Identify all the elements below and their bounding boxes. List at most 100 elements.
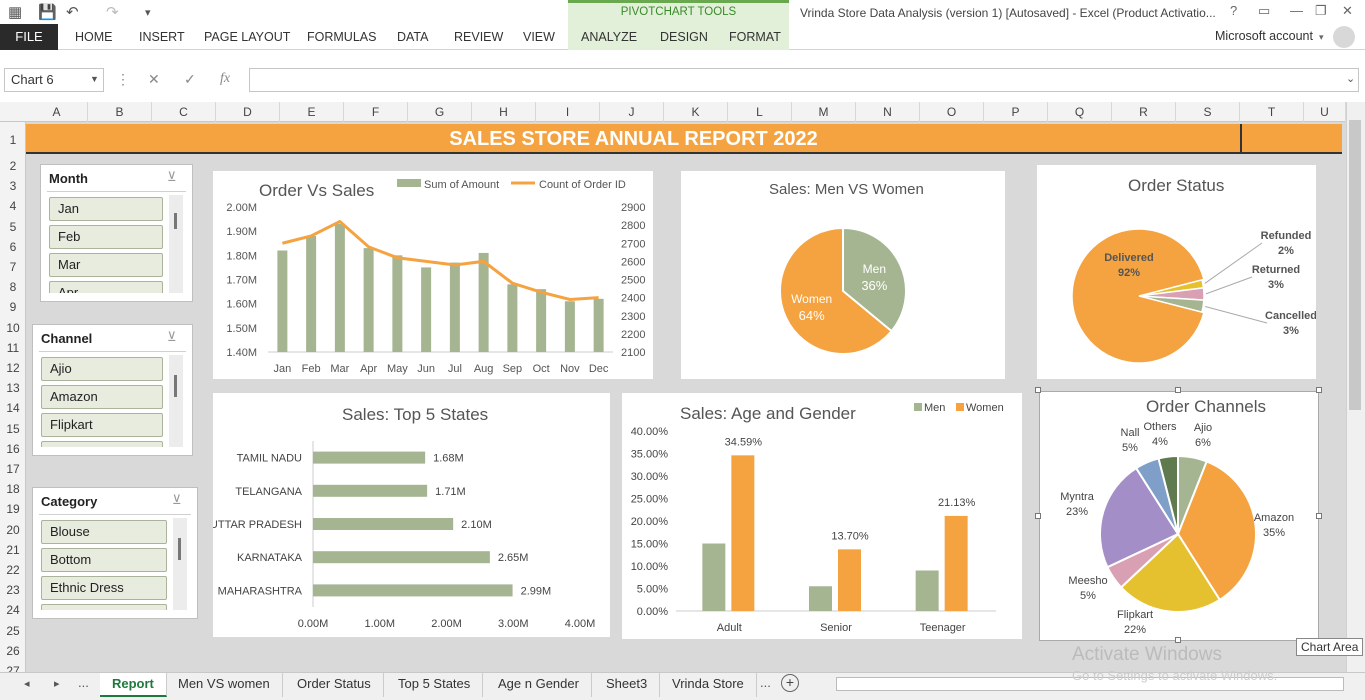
restore-icon[interactable]: ❐ — [1315, 3, 1327, 19]
age-gender-chart[interactable]: Sales: Age and Gender 40.00% 35.00% 30.00%… — [622, 393, 1022, 639]
row-header-24[interactable]: 24 — [0, 600, 26, 620]
account-chevron-icon[interactable]: ▾ — [1319, 32, 1324, 43]
row-header-9[interactable]: 9 — [0, 297, 26, 317]
column-header-g[interactable]: G — [408, 102, 472, 122]
tab-men-vs-women[interactable]: Men VS women — [166, 673, 283, 697]
slicer-item-bottom[interactable]: Bottom — [41, 548, 167, 572]
row-header-21[interactable]: 21 — [0, 540, 26, 560]
resize-handle[interactable] — [1175, 637, 1181, 643]
help-icon[interactable]: ? — [1230, 3, 1237, 18]
slicer-item-jan[interactable]: Jan — [49, 197, 163, 221]
avatar[interactable] — [1333, 26, 1355, 48]
order-vs-sales-chart[interactable]: Order Vs Sales 2.00M 1.90M 1.80M 1.70M 1.60M… — [213, 171, 653, 379]
tab-order-status[interactable]: Order Status — [285, 673, 384, 697]
column-header-h[interactable]: H — [472, 102, 536, 122]
tab-top-5-states[interactable]: Top 5 States — [386, 673, 484, 697]
scroll-thumb[interactable] — [174, 375, 177, 397]
tab-analyze[interactable]: ANALYZE — [581, 24, 637, 50]
tab-vrinda-store[interactable]: Vrinda Store — [660, 673, 757, 697]
resize-handle[interactable] — [1175, 387, 1181, 393]
row-header-23[interactable]: 23 — [0, 580, 26, 600]
insert-function-icon[interactable]: fx — [220, 71, 230, 87]
column-header-t[interactable]: T — [1240, 102, 1304, 122]
slicer-item-blouse[interactable]: Blouse — [41, 520, 167, 544]
column-header-p[interactable]: P — [984, 102, 1048, 122]
resize-handle[interactable] — [1035, 513, 1041, 519]
column-header-d[interactable]: D — [216, 102, 280, 122]
file-tab[interactable]: FILE — [0, 24, 58, 50]
resize-handle[interactable] — [1316, 387, 1322, 393]
column-header-r[interactable]: R — [1112, 102, 1176, 122]
slicer-scrollbar[interactable] — [173, 518, 187, 610]
minimize-icon[interactable]: — — [1290, 3, 1303, 18]
tab-formulas[interactable]: FORMULAS — [307, 24, 376, 50]
column-header-u[interactable]: U — [1304, 102, 1346, 122]
row-header-3[interactable]: 3 — [0, 176, 26, 196]
column-header-j[interactable]: J — [600, 102, 664, 122]
order-channels-chart[interactable]: Order Channels Ajio 6% Amazon 35% Flipkart 22… — [1039, 391, 1319, 641]
column-header-e[interactable]: E — [280, 102, 344, 122]
clear-filter-icon[interactable]: ⊻ — [167, 329, 177, 345]
column-header-c[interactable]: C — [152, 102, 216, 122]
undo-icon[interactable]: ↶ — [66, 3, 79, 21]
tab-insert[interactable]: INSERT — [139, 24, 185, 50]
column-header-l[interactable]: L — [728, 102, 792, 122]
tab-more[interactable]: ... — [78, 675, 89, 690]
slicer-item-amazon[interactable]: Amazon — [41, 385, 163, 409]
row-header-15[interactable]: 15 — [0, 419, 26, 439]
namebox-dropdown-icon[interactable]: ▼ — [90, 74, 99, 84]
tab-next-icon[interactable]: ▸ — [54, 677, 60, 690]
slicer-item-apr[interactable]: Apr — [49, 281, 163, 293]
category-slicer[interactable]: Category ⊻ Blouse Bottom Ethnic Dress — [32, 487, 198, 619]
column-header-s[interactable]: S — [1176, 102, 1240, 122]
save-icon[interactable]: 💾 — [38, 3, 57, 21]
row-header-10[interactable]: 10 — [0, 318, 26, 338]
resize-handle[interactable] — [1035, 387, 1041, 393]
tab-page-layout[interactable]: PAGE LAYOUT — [204, 24, 290, 50]
row-header-18[interactable]: 18 — [0, 479, 26, 499]
add-sheet-icon[interactable]: + — [781, 674, 799, 692]
tab-prev-icon[interactable]: ◂ — [24, 677, 30, 690]
close-icon[interactable]: ✕ — [1342, 3, 1353, 19]
row-header-22[interactable]: 22 — [0, 560, 26, 580]
tab-home[interactable]: HOME — [75, 24, 113, 50]
resize-handle[interactable] — [1316, 513, 1322, 519]
tab-review[interactable]: REVIEW — [454, 24, 503, 50]
slicer-scrollbar[interactable] — [169, 355, 183, 447]
enter-formula-icon[interactable]: ✓ — [184, 71, 196, 88]
slicer-item-ethnic-dress[interactable]: Ethnic Dress — [41, 576, 167, 600]
tab-view[interactable]: VIEW — [523, 24, 555, 50]
row-header-7[interactable]: 7 — [0, 257, 26, 277]
column-header-f[interactable]: F — [344, 102, 408, 122]
tabs-overflow[interactable]: ... — [760, 675, 771, 690]
clear-filter-icon[interactable]: ⊻ — [167, 169, 177, 185]
row-header-5[interactable]: 5 — [0, 217, 26, 237]
column-header-b[interactable]: B — [88, 102, 152, 122]
tab-data[interactable]: DATA — [397, 24, 428, 50]
row-header-12[interactable]: 12 — [0, 358, 26, 378]
slicer-item-mar[interactable]: Mar — [49, 253, 163, 277]
name-box[interactable]: Chart 6 — [4, 68, 104, 92]
column-header-k[interactable]: K — [664, 102, 728, 122]
row-header-19[interactable]: 19 — [0, 499, 26, 519]
row-header-1[interactable]: 1 — [0, 124, 26, 156]
channel-slicer[interactable]: Channel ⊻ Ajio Amazon Flipkart — [32, 324, 193, 456]
column-header-q[interactable]: Q — [1048, 102, 1112, 122]
month-slicer[interactable]: Month ⊻ Jan Feb Mar Apr — [40, 164, 193, 302]
tab-age-n-gender[interactable]: Age n Gender — [486, 673, 592, 697]
slicer-item-flipkart[interactable]: Flipkart — [41, 413, 163, 437]
row-header-17[interactable]: 17 — [0, 459, 26, 479]
row-header-6[interactable]: 6 — [0, 237, 26, 257]
tab-format[interactable]: FORMAT — [729, 24, 781, 50]
tab-design[interactable]: DESIGN — [660, 24, 708, 50]
scroll-thumb[interactable] — [174, 213, 177, 229]
expand-formula-icon[interactable]: ⌄ — [1346, 72, 1355, 85]
order-status-chart[interactable]: Order Status Delivered 92% Refunded 2% Retur… — [1037, 165, 1316, 379]
scroll-thumb[interactable] — [178, 538, 181, 560]
formula-input[interactable] — [249, 68, 1359, 92]
tab-report[interactable]: Report — [100, 673, 167, 697]
men-vs-women-chart[interactable]: Sales: Men VS Women Men 36% Women 64% — [681, 171, 1005, 379]
column-header-m[interactable]: M — [792, 102, 856, 122]
cancel-formula-icon[interactable]: ✕ — [148, 71, 160, 88]
row-header-4[interactable]: 4 — [0, 196, 26, 216]
